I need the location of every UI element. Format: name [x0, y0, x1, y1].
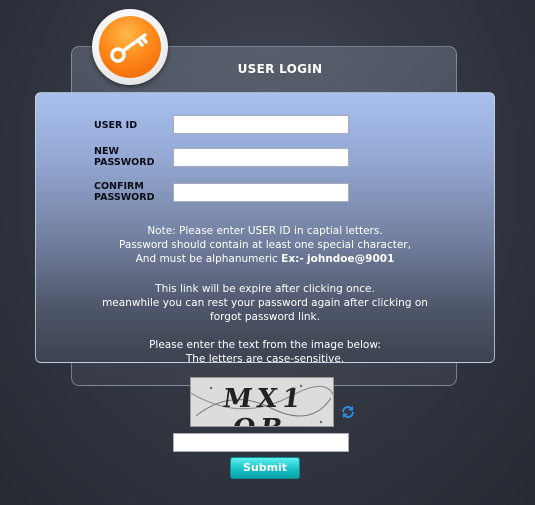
captcha-text: MX1 QB	[220, 384, 308, 426]
captcha-instructions: Please enter the text from the image bel…	[149, 339, 381, 365]
refresh-icon[interactable]	[340, 404, 356, 420]
user-id-label: USER ID	[94, 120, 138, 131]
new-password-label: NEW PASSWORD	[94, 146, 155, 168]
key-badge	[92, 9, 168, 85]
user-id-input[interactable]	[173, 115, 349, 134]
submit-button[interactable]: Submit	[230, 457, 300, 479]
captcha-input[interactable]	[173, 433, 349, 452]
key-icon	[110, 33, 148, 63]
link-expiry-note: This link will be expire after clicking …	[102, 283, 428, 323]
confirm-password-input[interactable]	[173, 183, 349, 202]
page-title: USER LOGIN	[237, 62, 323, 76]
password-note: Note: Please enter USER ID in captial le…	[119, 225, 411, 265]
captcha-image: MX1 QB	[190, 377, 334, 427]
new-password-input[interactable]	[173, 148, 349, 167]
confirm-password-label: CONFIRM PASSWORD	[94, 181, 155, 203]
